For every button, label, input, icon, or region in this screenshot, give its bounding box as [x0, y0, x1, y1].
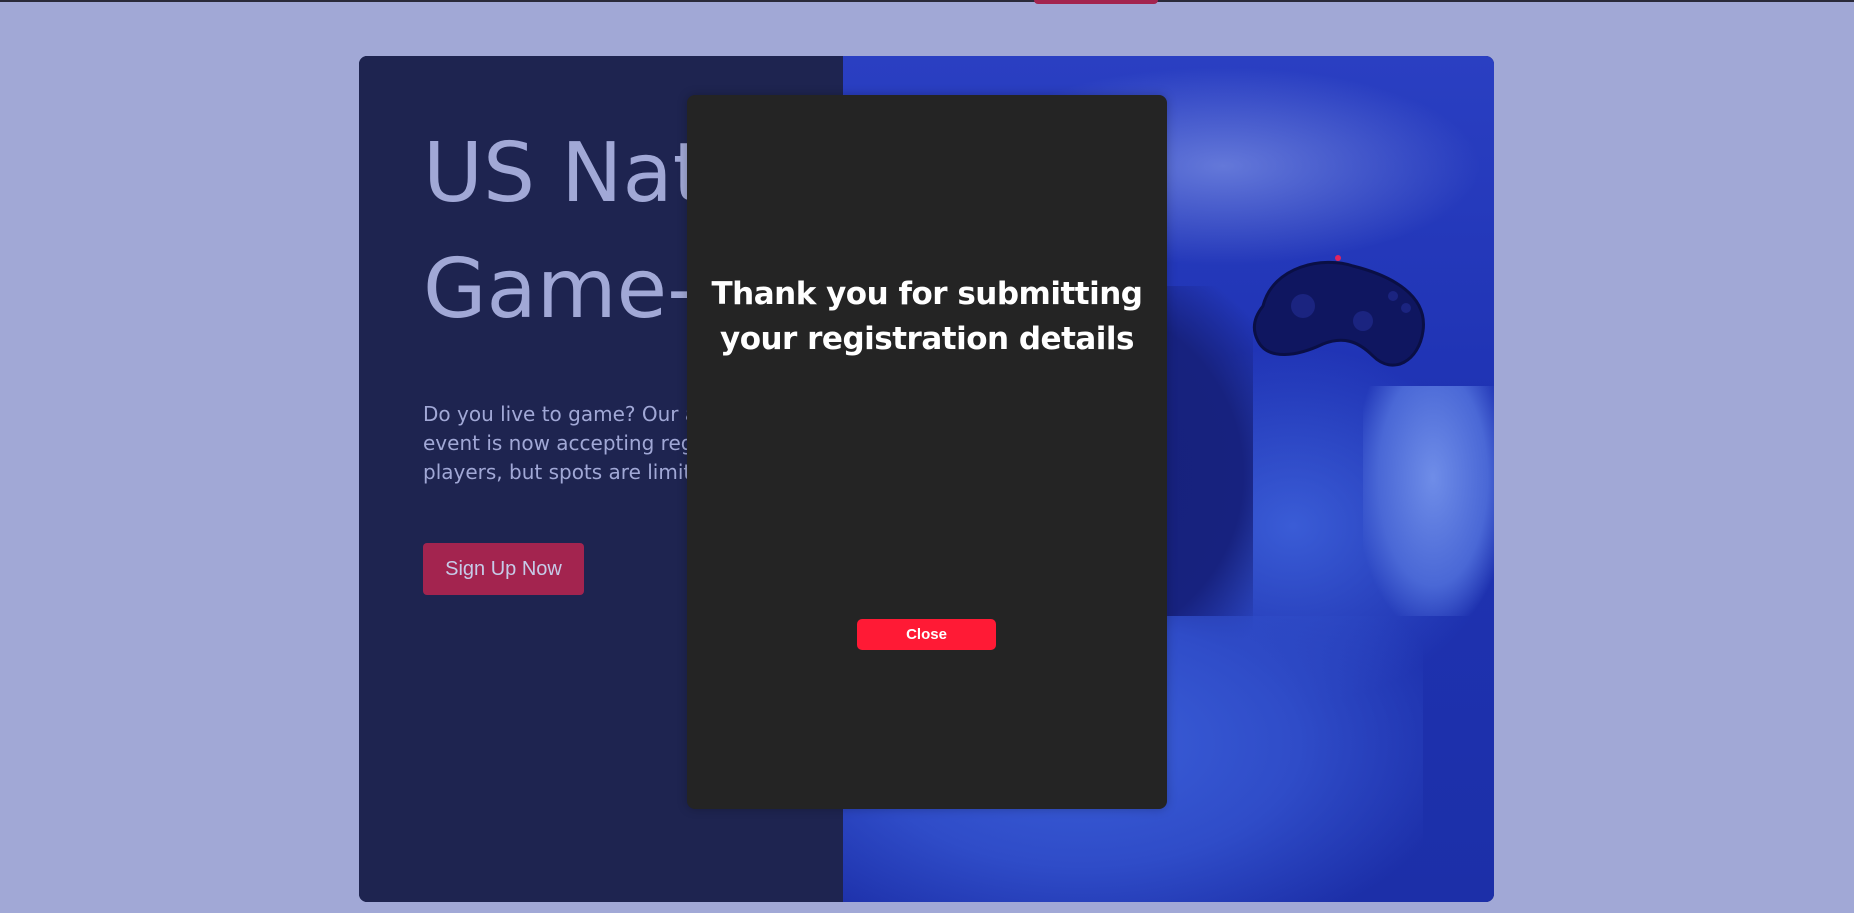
close-button[interactable]: Close — [857, 619, 996, 650]
sign-up-button[interactable]: Sign Up Now — [423, 543, 584, 595]
gamer-hand-shape — [1363, 386, 1494, 616]
top-nav-indicator — [1034, 0, 1158, 4]
top-border — [0, 0, 1854, 2]
confirmation-modal: Thank you for submitting your registrati… — [687, 95, 1167, 809]
modal-title: Thank you for submitting your registrati… — [711, 276, 1143, 357]
